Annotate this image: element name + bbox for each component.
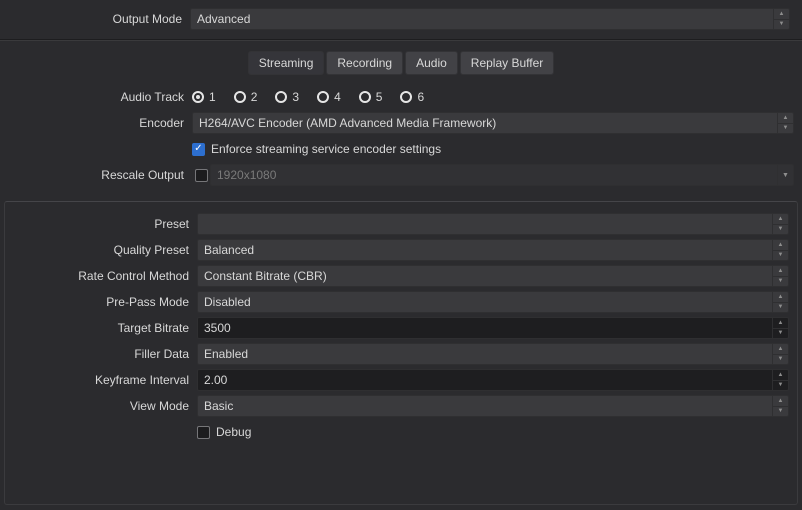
updown-icon: ▲▼ <box>772 240 788 260</box>
target-bitrate-value: 3500 <box>204 321 231 335</box>
rescale-dropdown: 1920x1080 ▼ <box>210 164 794 186</box>
chevron-down-icon: ▼ <box>777 165 793 185</box>
view-mode-dropdown[interactable]: Basic ▲▼ <box>197 395 789 417</box>
output-mode-label: Output Mode <box>6 12 190 26</box>
quality-preset-label: Quality Preset <box>13 243 197 257</box>
updown-icon: ▲▼ <box>772 344 788 364</box>
rate-control-label: Rate Control Method <box>13 269 197 283</box>
audio-track-4[interactable]: 4 <box>317 90 359 104</box>
view-mode-value: Basic <box>204 399 233 413</box>
rescale-value: 1920x1080 <box>217 168 276 182</box>
prepass-value: Disabled <box>204 295 251 309</box>
preset-dropdown[interactable]: ▲▼ <box>197 213 789 235</box>
updown-icon: ▲▼ <box>777 113 793 133</box>
audio-track-1[interactable]: 1 <box>192 90 234 104</box>
debug-label: Debug <box>216 425 251 439</box>
output-tabs: Streaming Recording Audio Replay Buffer <box>0 41 802 83</box>
filler-label: Filler Data <box>13 347 197 361</box>
rate-control-dropdown[interactable]: Constant Bitrate (CBR) ▲▼ <box>197 265 789 287</box>
rescale-label: Rescale Output <box>8 168 192 182</box>
prepass-label: Pre-Pass Mode <box>13 295 197 309</box>
target-bitrate-input[interactable]: 3500 ▲▼ <box>197 317 789 339</box>
audio-track-label: Audio Track <box>8 90 192 104</box>
tab-replay-buffer[interactable]: Replay Buffer <box>460 51 555 75</box>
audio-track-2[interactable]: 2 <box>234 90 276 104</box>
updown-icon: ▲▼ <box>772 396 788 416</box>
updown-icon: ▲▼ <box>772 266 788 286</box>
view-mode-label: View Mode <box>13 399 197 413</box>
debug-checkbox[interactable] <box>197 426 210 439</box>
tab-recording[interactable]: Recording <box>326 51 403 75</box>
audio-track-group: 1 2 3 4 5 6 <box>192 90 794 104</box>
rate-control-value: Constant Bitrate (CBR) <box>204 269 327 283</box>
output-mode-dropdown[interactable]: Advanced ▲▼ <box>190 8 790 30</box>
updown-icon: ▲▼ <box>772 292 788 312</box>
preset-label: Preset <box>13 217 197 231</box>
encoder-label: Encoder <box>8 116 192 130</box>
enforce-label: Enforce streaming service encoder settin… <box>211 142 441 156</box>
updown-icon[interactable]: ▲▼ <box>772 370 788 390</box>
filler-dropdown[interactable]: Enabled ▲▼ <box>197 343 789 365</box>
encoder-settings-group: Preset ▲▼ Quality Preset Balanced ▲▼ Rat… <box>4 201 798 505</box>
keyframe-label: Keyframe Interval <box>13 373 197 387</box>
tab-streaming[interactable]: Streaming <box>248 51 325 75</box>
filler-value: Enabled <box>204 347 248 361</box>
audio-track-5[interactable]: 5 <box>359 90 401 104</box>
encoder-value: H264/AVC Encoder (AMD Advanced Media Fra… <box>199 116 496 130</box>
updown-icon[interactable]: ▲▼ <box>772 318 788 338</box>
keyframe-input[interactable]: 2.00 ▲▼ <box>197 369 789 391</box>
rescale-checkbox[interactable] <box>195 169 208 182</box>
tab-audio[interactable]: Audio <box>405 51 458 75</box>
quality-preset-dropdown[interactable]: Balanced ▲▼ <box>197 239 789 261</box>
updown-icon: ▲▼ <box>773 9 789 29</box>
quality-preset-value: Balanced <box>204 243 254 257</box>
updown-icon: ▲▼ <box>772 214 788 234</box>
audio-track-6[interactable]: 6 <box>400 90 442 104</box>
keyframe-value: 2.00 <box>204 373 227 387</box>
enforce-checkbox[interactable] <box>192 143 205 156</box>
prepass-dropdown[interactable]: Disabled ▲▼ <box>197 291 789 313</box>
encoder-dropdown[interactable]: H264/AVC Encoder (AMD Advanced Media Fra… <box>192 112 794 134</box>
audio-track-3[interactable]: 3 <box>275 90 317 104</box>
output-mode-value: Advanced <box>197 12 250 26</box>
target-bitrate-label: Target Bitrate <box>13 321 197 335</box>
